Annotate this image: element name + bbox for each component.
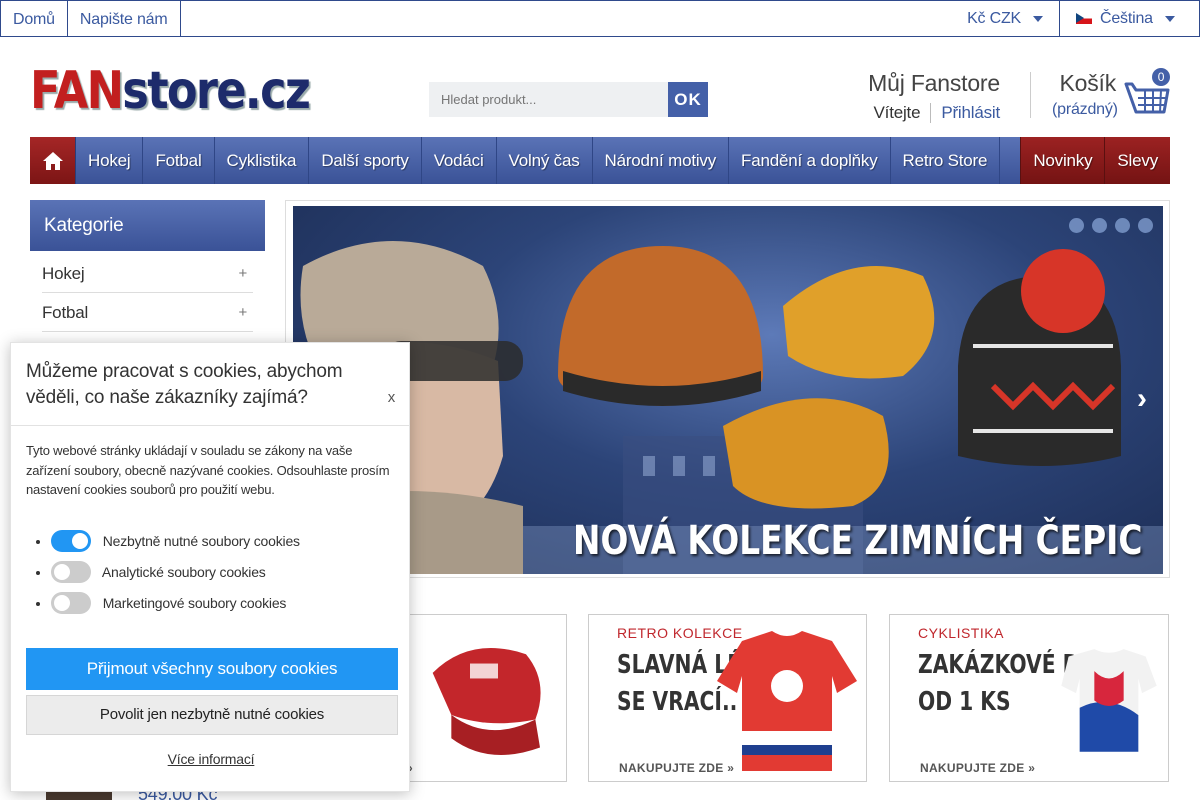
nav-spacer [1000,137,1020,184]
nav-item-retro-store[interactable]: Retro Store [891,137,1001,184]
slider-dot[interactable] [1138,218,1153,233]
nav-item-dalsi-sporty[interactable]: Další sporty [309,137,422,184]
cart-box[interactable]: Košík (prázdný) 0 [1052,68,1172,119]
login-link[interactable]: Přihlásit [931,103,1000,123]
cookie-heading: Můžeme pracovat s cookies, abychom věděl… [26,361,343,408]
slider-dot[interactable] [1069,218,1084,233]
main-nav: Hokej Fotbal Cyklistika Další sporty Vod… [30,137,1170,184]
sidebar-item-fotbal[interactable]: Fotbal + [42,293,253,332]
cap-image [432,647,541,755]
nav-item-hokej[interactable]: Hokej [76,137,144,184]
nav-item-fandeni[interactable]: Fandění a doplňky [729,137,891,184]
promo-cta[interactable]: NAKUPUJTE ZDE » [920,761,1035,775]
site-logo[interactable]: FANstore.cz [30,58,311,124]
cookie-option-analytics: Analytické soubory cookies [51,560,300,591]
chevron-right-icon[interactable]: › [1137,382,1147,416]
retro-jersey-image [717,631,857,771]
cookie-options: Nezbytně nutné soubory cookies Analytick… [51,529,300,622]
expand-icon[interactable]: + [238,293,253,331]
accept-necessary-cookies-button[interactable]: Povolit jen nezbytně nutné cookies [26,695,398,735]
cookie-option-label: Nezbytně nutné soubory cookies [102,533,300,549]
nav-item-novinky[interactable]: Novinky [1020,137,1105,184]
top-bar: Domů Napište nám Kč CZK Čeština [0,0,1200,37]
promo-banner-cycling[interactable]: CYKLISTIKA ZAKÁZKOVÉ DRESY OD 1 KS NAKUP… [889,614,1169,782]
slider-dot[interactable] [1115,218,1130,233]
cycling-jersey-image [1061,649,1157,752]
sidebar-item-label: Fotbal [42,303,89,322]
currency-label: Kč CZK [967,9,1021,27]
nav-item-cyklistika[interactable]: Cyklistika [215,137,310,184]
cookie-option-necessary: Nezbytně nutné soubory cookies [51,529,300,560]
cart-status: (prázdný) [1052,101,1118,118]
topbar-spacer [181,1,952,36]
promo-tag: CYKLISTIKA [918,625,1004,641]
header-divider [1030,72,1031,118]
account-title[interactable]: Můj Fanstore [860,70,1000,97]
cookie-option-marketing: Marketingové soubory cookies [51,591,300,622]
close-icon[interactable]: x [388,389,396,406]
more-info-link[interactable]: Více informací [11,751,411,767]
cookie-divider [11,425,409,426]
home-link[interactable]: Domů [1,1,68,36]
nav-item-volny-cas[interactable]: Volný čas [497,137,593,184]
sidebar-item-hokej[interactable]: Hokej + [42,254,253,293]
chevron-down-icon [1033,15,1043,22]
search-bar: OK [429,82,708,117]
cookie-description: Tyto webové stránky ukládají v souladu s… [26,443,390,497]
language-label: Čeština [1100,9,1153,27]
nav-item-slevy[interactable]: Slevy [1104,137,1170,184]
search-input[interactable] [429,82,668,117]
hero-slide-image[interactable]: › NOVÁ KOLEKCE ZIMNÍCH ČEPIC [293,206,1163,574]
search-button[interactable]: OK [668,82,708,117]
welcome-text: Vítejte [874,103,932,123]
analytics-cookies-toggle[interactable] [51,561,91,584]
necessary-cookies-toggle[interactable] [51,530,91,553]
marketing-cookies-toggle[interactable] [51,592,91,615]
cart-title: Košík [1059,70,1116,96]
language-dropdown[interactable]: Čeština [1059,1,1199,36]
slider-dots [1069,218,1153,233]
cookie-option-label: Marketingové soubory cookies [102,595,287,611]
czech-flag-icon [1076,13,1092,24]
cart-count-badge: 0 [1152,68,1170,86]
logo-fan: FAN [30,61,124,121]
sidebar-item-label: Hokej [42,264,85,283]
account-box: Můj Fanstore Vítejte Přihlásit [860,70,1000,123]
cookie-consent-dialog: Můžeme pracovat s cookies, abychom věděl… [10,342,410,792]
home-icon [42,151,63,170]
hero-slider: › NOVÁ KOLEKCE ZIMNÍCH ČEPIC [285,200,1170,578]
promo-banner-retro[interactable]: RETRO KOLEKCE SLAVNÁ LÉTA SE VRACÍ.. NAK… [588,614,867,782]
accept-all-cookies-button[interactable]: Přijmout všechny soubory cookies [26,648,398,690]
slide-caption: NOVÁ KOLEKCE ZIMNÍCH ČEPIC [573,518,1143,564]
expand-icon[interactable]: + [238,254,253,292]
currency-dropdown[interactable]: Kč CZK [951,1,1059,36]
contact-link[interactable]: Napište nám [68,1,181,36]
nav-home-button[interactable] [30,137,76,184]
slider-dot[interactable] [1092,218,1107,233]
chevron-down-icon [1164,15,1175,22]
sidebar-title: Kategorie [30,200,265,251]
logo-store: store.cz [122,61,311,121]
nav-item-fotbal[interactable]: Fotbal [143,137,215,184]
nav-item-narodni-motivy[interactable]: Národní motivy [593,137,730,184]
cookie-option-label: Analytické soubory cookies [101,564,266,580]
nav-item-vodaci[interactable]: Vodáci [422,137,497,184]
